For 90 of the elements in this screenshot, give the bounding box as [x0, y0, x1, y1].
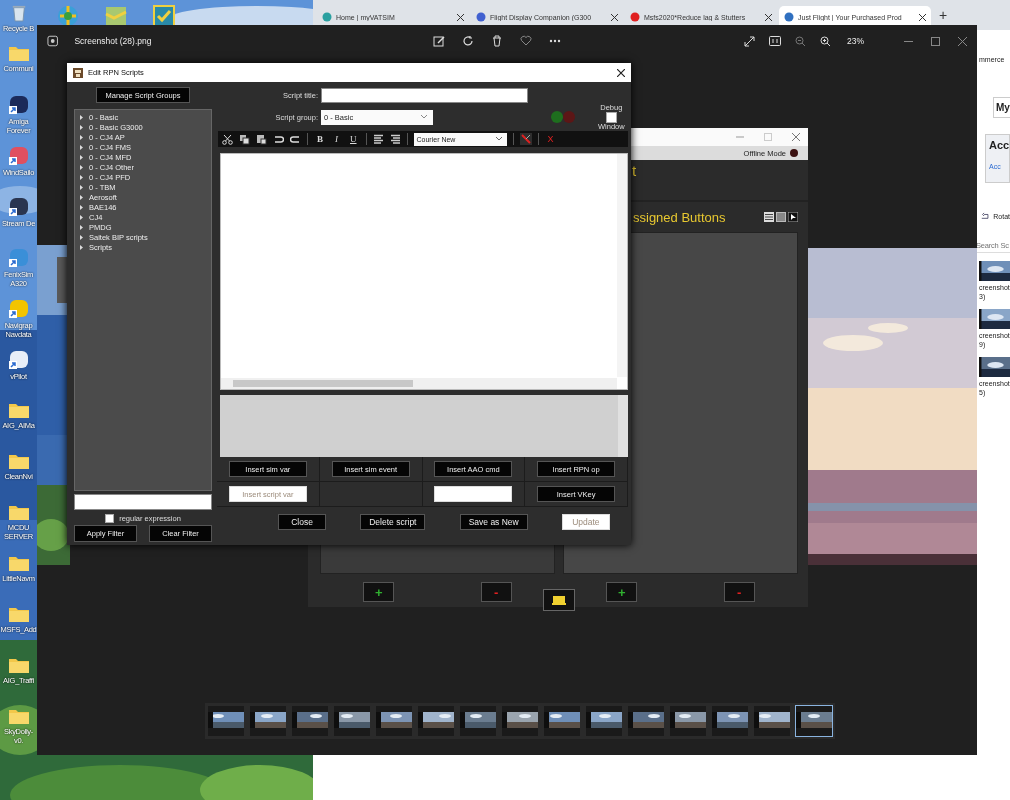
zoom-out-icon[interactable]: [795, 35, 806, 47]
expand-icon[interactable]: [79, 214, 84, 220]
copy-icon[interactable]: [239, 133, 250, 145]
list-view-icon[interactable]: [764, 212, 774, 222]
action-button[interactable]: Close: [278, 514, 327, 530]
zoom-in-icon[interactable]: [820, 35, 831, 47]
expand-icon[interactable]: [79, 194, 84, 200]
thumbnail[interactable]: [207, 705, 245, 737]
clear-button[interactable]: X: [544, 134, 557, 144]
more-icon[interactable]: [548, 39, 561, 43]
thumbnail[interactable]: [627, 705, 665, 737]
action-button[interactable]: Delete script: [360, 514, 426, 530]
expand-icon[interactable]: [79, 224, 84, 230]
thumbnail[interactable]: [543, 705, 581, 737]
site-icon: [784, 12, 794, 22]
close-icon[interactable]: [611, 13, 618, 21]
expand-icon[interactable]: [79, 184, 84, 190]
display-icon[interactable]: [543, 589, 575, 611]
heading-text: t: [632, 162, 637, 179]
expand-icon[interactable]: [79, 204, 84, 210]
undo-icon[interactable]: [273, 133, 284, 145]
thumbnail[interactable]: [795, 705, 833, 737]
edit-icon[interactable]: [432, 35, 445, 47]
expand-icon[interactable]: [79, 174, 84, 180]
expand-icon[interactable]: [79, 144, 84, 150]
cursor-icon[interactable]: [788, 212, 798, 222]
site-icon: [322, 12, 332, 22]
new-tab-button[interactable]: +: [939, 7, 948, 23]
photos-app-icon: [47, 35, 59, 47]
app-icon: [73, 67, 83, 78]
redo-icon[interactable]: [290, 133, 301, 145]
add-button[interactable]: +: [606, 582, 638, 602]
zoom-level: 23%: [847, 36, 864, 46]
add-button[interactable]: +: [363, 582, 395, 602]
thumbnail[interactable]: [249, 705, 287, 737]
expand-icon[interactable]: [79, 154, 84, 160]
menu-button[interactable]: My: [993, 97, 1010, 118]
thumbnail[interactable]: [459, 705, 497, 737]
scrollbar[interactable]: [617, 154, 627, 377]
script-title-field[interactable]: [321, 87, 528, 103]
outdent-icon[interactable]: [389, 134, 401, 144]
underline-button[interactable]: U: [347, 134, 360, 144]
thumbnail[interactable]: [711, 705, 749, 737]
site-icon: [476, 12, 486, 22]
paste-icon[interactable]: [256, 133, 267, 145]
clear-format-icon[interactable]: [519, 133, 532, 145]
fullscreen-icon[interactable]: [744, 35, 755, 47]
expand-icon[interactable]: [79, 124, 84, 130]
scrollbar[interactable]: [221, 378, 617, 389]
thumbnail[interactable]: [753, 705, 791, 737]
thumbnail[interactable]: [585, 705, 623, 737]
thumbnail[interactable]: [417, 705, 455, 737]
map-icon[interactable]: [104, 4, 128, 28]
cut-icon[interactable]: [222, 133, 233, 145]
site-icon: [630, 12, 640, 22]
close-icon[interactable]: [765, 13, 772, 21]
thumbnail[interactable]: [501, 705, 539, 737]
filter-field[interactable]: [74, 494, 212, 510]
debug-checkbox[interactable]: [605, 111, 617, 123]
expand-icon[interactable]: [79, 134, 84, 140]
italic-button[interactable]: I: [332, 134, 341, 144]
remove-button[interactable]: -: [480, 582, 512, 602]
remove-button[interactable]: -: [723, 582, 755, 602]
delete-icon[interactable]: [490, 35, 503, 47]
rotate-icon[interactable]: [981, 211, 991, 221]
expand-icon[interactable]: [79, 164, 84, 170]
expand-icon[interactable]: [79, 244, 84, 250]
close-icon[interactable]: [617, 68, 625, 77]
checkbox[interactable]: [105, 514, 115, 523]
expand-icon[interactable]: [79, 114, 84, 120]
thumbnail[interactable]: [333, 705, 371, 737]
bold-button[interactable]: B: [314, 134, 326, 144]
rotate-icon[interactable]: [461, 35, 474, 47]
caret-icon[interactable]: [495, 137, 502, 141]
checklist-icon[interactable]: [152, 4, 176, 28]
window-title: Screenshot (28).png: [74, 36, 153, 46]
panel-title: ssigned Buttons: [633, 209, 727, 225]
close-icon[interactable]: [919, 13, 926, 21]
actual-size-icon[interactable]: [769, 36, 781, 46]
expand-icon[interactable]: [79, 234, 84, 240]
close-icon[interactable]: [457, 13, 464, 21]
status-light: [790, 149, 798, 157]
action-button[interactable]: Save as New: [459, 514, 528, 530]
thumbnail[interactable]: [291, 705, 329, 737]
thumbnail[interactable]: [375, 705, 413, 737]
maximize-icon[interactable]: [931, 36, 940, 46]
caret-icon[interactable]: [421, 115, 427, 119]
indent-icon[interactable]: [372, 134, 384, 144]
heart-icon[interactable]: [519, 35, 532, 47]
thumbnail[interactable]: [669, 705, 707, 737]
